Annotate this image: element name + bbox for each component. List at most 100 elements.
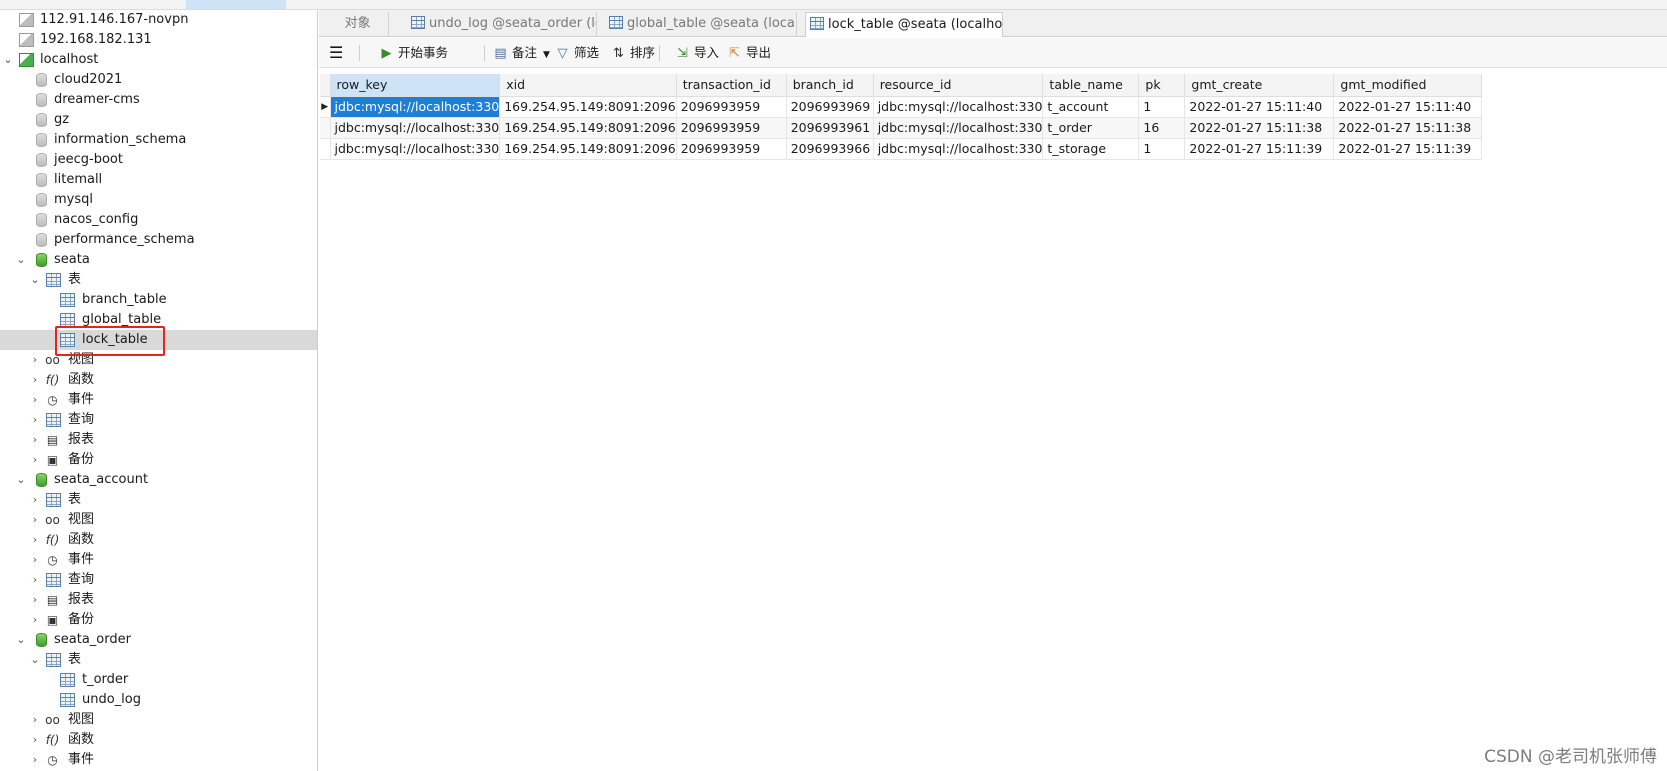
chevron-right-icon[interactable]: › <box>29 350 41 370</box>
data-grid[interactable]: row_key xid transaction_id branch_id res… <box>320 74 1483 160</box>
chevron-right-icon[interactable]: › <box>29 610 41 630</box>
table-cell[interactable]: 2096993959 <box>676 117 787 139</box>
folder-backups-seata-account[interactable]: › ▣ 备份 <box>0 610 317 630</box>
database-item-nacos-config[interactable]: nacos_config <box>0 210 317 230</box>
chevron-down-icon[interactable]: ⌄ <box>2 50 14 70</box>
table-cell[interactable]: 2096993959 <box>676 96 787 118</box>
folder-tables-seata-account[interactable]: › 表 <box>0 490 317 510</box>
column-header-gmt-create[interactable]: gmt_create <box>1184 74 1335 97</box>
table-cell[interactable]: 2022-01-27 15:11:40 <box>1184 96 1335 118</box>
table-row[interactable]: jdbc:mysql://localhost:330 169.254.95.14… <box>320 117 1483 139</box>
table-cell[interactable]: 169.254.95.149:8091:2096 <box>499 96 677 118</box>
folder-queries-seata[interactable]: › 查询 <box>0 410 317 430</box>
chevron-right-icon[interactable]: › <box>29 490 41 510</box>
connection-item-112-91-146-167[interactable]: 112.91.146.167-novpn <box>0 10 317 30</box>
table-row[interactable]: jdbc:mysql://localhost:330 169.254.95.14… <box>320 138 1483 160</box>
database-item-seata[interactable]: ⌄ seata <box>0 250 317 270</box>
column-header-gmt-modified[interactable]: gmt_modified <box>1333 74 1483 97</box>
folder-functions-seata-account[interactable]: › f() 函数 <box>0 530 317 550</box>
top-menu-active-item[interactable] <box>186 0 286 9</box>
chevron-right-icon[interactable]: › <box>29 590 41 610</box>
tab-objects[interactable]: 对象 <box>327 12 389 37</box>
chevron-right-icon[interactable]: › <box>29 410 41 430</box>
table-cell[interactable]: 2022-01-27 15:11:39 <box>1333 138 1483 160</box>
table-cell[interactable]: 1 <box>1138 96 1186 118</box>
folder-views-seata[interactable]: › oo 视图 <box>0 350 317 370</box>
database-item-mysql[interactable]: mysql <box>0 190 317 210</box>
table-cell[interactable]: 2096993961 <box>786 117 874 139</box>
chevron-right-icon[interactable]: › <box>29 370 41 390</box>
table-cell[interactable]: 2096993959 <box>676 138 787 160</box>
database-item-information-schema[interactable]: information_schema <box>0 130 317 150</box>
folder-events-seata[interactable]: › ◷ 事件 <box>0 390 317 410</box>
table-cell[interactable]: jdbc:mysql://localhost:330 <box>330 96 501 118</box>
note-button[interactable]: ▤ 备注 ▼ <box>493 42 550 64</box>
chevron-right-icon[interactable]: › <box>29 430 41 450</box>
folder-tables-seata-order[interactable]: ⌄ 表 <box>0 650 317 670</box>
chevron-right-icon[interactable]: › <box>29 530 41 550</box>
chevron-right-icon[interactable]: › <box>29 750 41 770</box>
table-item-global-table[interactable]: global_table <box>0 310 317 330</box>
chevron-right-icon[interactable]: › <box>29 730 41 750</box>
database-item-litemall[interactable]: litemall <box>0 170 317 190</box>
table-item-lock-table[interactable]: lock_table <box>0 330 317 350</box>
database-item-performance-schema[interactable]: performance_schema <box>0 230 317 250</box>
chevron-down-icon[interactable]: ⌄ <box>29 270 41 290</box>
folder-queries-seata-account[interactable]: › 查询 <box>0 570 317 590</box>
database-item-gz[interactable]: gz <box>0 110 317 130</box>
folder-functions-seata[interactable]: › f() 函数 <box>0 370 317 390</box>
chevron-right-icon[interactable]: › <box>29 510 41 530</box>
table-cell[interactable]: t_order <box>1042 117 1140 139</box>
folder-functions-seata-order[interactable]: › f() 函数 <box>0 730 317 750</box>
chevron-down-icon[interactable]: ⌄ <box>15 630 27 650</box>
chevron-right-icon[interactable]: › <box>29 550 41 570</box>
table-cell[interactable]: 1 <box>1138 138 1186 160</box>
table-cell[interactable]: jdbc:mysql://localhost:330 <box>873 138 1044 160</box>
chevron-right-icon[interactable]: › <box>29 570 41 590</box>
sort-button[interactable]: ⇅ 排序 <box>611 42 655 64</box>
column-header-resource-id[interactable]: resource_id <box>873 74 1044 97</box>
table-cell[interactable]: 2022-01-27 15:11:40 <box>1333 96 1483 118</box>
table-cell[interactable]: jdbc:mysql://localhost:330 <box>873 117 1044 139</box>
database-item-seata-account[interactable]: ⌄ seata_account <box>0 470 317 490</box>
column-header-branch-id[interactable]: branch_id <box>786 74 874 97</box>
export-button[interactable]: ⇱ 导出 <box>727 42 771 64</box>
import-button[interactable]: ⇲ 导入 <box>675 42 719 64</box>
folder-reports-seata-account[interactable]: › ▤ 报表 <box>0 590 317 610</box>
folder-tables-seata[interactable]: ⌄ 表 <box>0 270 317 290</box>
column-header-pk[interactable]: pk <box>1138 74 1186 97</box>
table-cell[interactable]: 2022-01-27 15:11:38 <box>1333 117 1483 139</box>
folder-events-seata-account[interactable]: › ◷ 事件 <box>0 550 317 570</box>
database-item-dreamer-cms[interactable]: dreamer-cms <box>0 90 317 110</box>
connection-item-192-168-182-131[interactable]: 192.168.182.131 <box>0 30 317 50</box>
table-cell[interactable]: 2022-01-27 15:11:38 <box>1184 117 1335 139</box>
table-cell[interactable]: jdbc:mysql://localhost:330 <box>330 138 501 160</box>
filter-button[interactable]: ▽ 筛选 <box>555 42 600 64</box>
chevron-down-icon[interactable]: ⌄ <box>15 250 27 270</box>
connection-item-localhost[interactable]: ⌄ localhost <box>0 50 317 70</box>
lock-table-grid[interactable]: row_key xid transaction_id branch_id res… <box>320 74 1483 160</box>
chevron-right-icon[interactable]: › <box>29 710 41 730</box>
table-item-undo-log[interactable]: undo_log <box>0 690 317 710</box>
table-cell[interactable]: 2096993966 <box>786 138 874 160</box>
column-header-table-name[interactable]: table_name <box>1042 74 1140 97</box>
database-item-seata-order[interactable]: ⌄ seata_order <box>0 630 317 650</box>
table-item-t-order[interactable]: t_order <box>0 670 317 690</box>
column-header-xid[interactable]: xid <box>499 74 677 97</box>
table-cell[interactable]: jdbc:mysql://localhost:330 <box>330 117 501 139</box>
menu-icon[interactable]: ☰ <box>329 42 343 64</box>
tab-undo-log[interactable]: undo_log @seata_order (lo... <box>407 12 597 37</box>
table-item-branch-table[interactable]: branch_table <box>0 290 317 310</box>
table-cell[interactable]: 2022-01-27 15:11:39 <box>1184 138 1335 160</box>
table-cell[interactable]: jdbc:mysql://localhost:330 <box>873 96 1044 118</box>
chevron-down-icon[interactable]: ⌄ <box>29 650 41 670</box>
folder-views-seata-account[interactable]: › oo 视图 <box>0 510 317 530</box>
folder-backups-seata[interactable]: › ▣ 备份 <box>0 450 317 470</box>
begin-transaction-button[interactable]: ▶ 开始事务 <box>379 42 449 64</box>
table-cell[interactable]: 169.254.95.149:8091:2096 <box>499 138 677 160</box>
chevron-right-icon[interactable]: › <box>29 450 41 470</box>
table-cell[interactable]: t_account <box>1042 96 1140 118</box>
chevron-right-icon[interactable]: › <box>29 390 41 410</box>
folder-events-seata-order[interactable]: › ◷ 事件 <box>0 750 317 770</box>
database-item-cloud2021[interactable]: cloud2021 <box>0 70 317 90</box>
